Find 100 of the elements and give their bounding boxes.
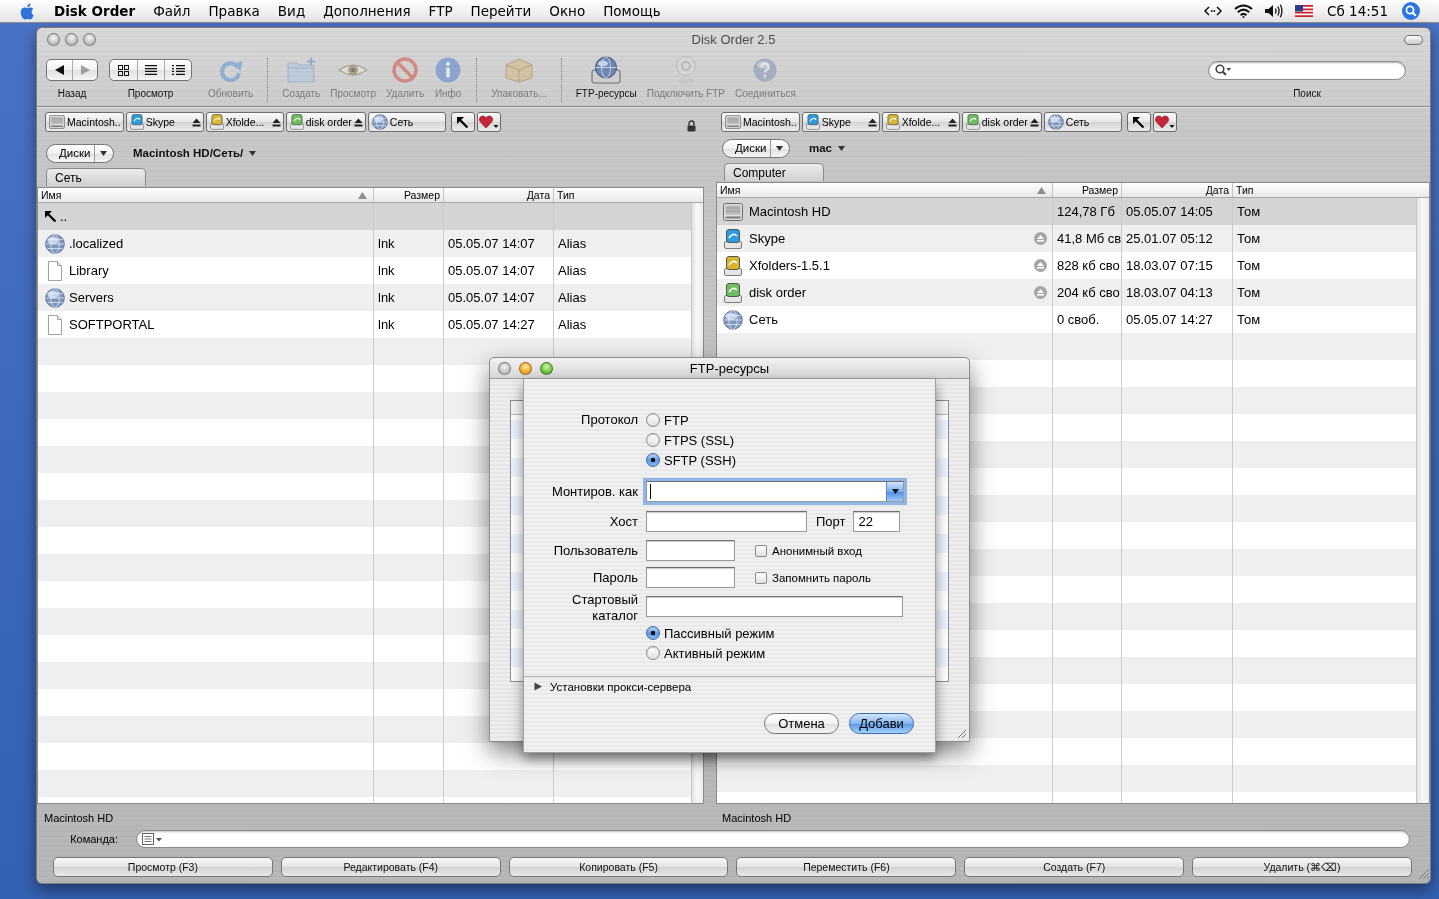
drive-button[interactable]: Macintosh.. — [721, 112, 800, 132]
function-button[interactable]: Создать (F7) — [964, 857, 1185, 877]
text-field[interactable]: 22 — [853, 511, 901, 532]
path-popup-button[interactable]: Macintosh HD/Сеть/ — [133, 147, 257, 159]
zoom-button[interactable] — [540, 361, 553, 375]
menu-item[interactable]: Правка — [199, 1, 269, 21]
drive-button[interactable]: Xfolde... — [881, 112, 960, 132]
radio-button[interactable] — [646, 433, 660, 447]
search-icon[interactable] — [1402, 2, 1420, 20]
text-field[interactable] — [646, 596, 903, 617]
table-row[interactable]: Macintosh HD 124,78 Гб 05.05.07 14:05 Том — [717, 198, 1416, 225]
radio-label: Пассивный режим — [664, 625, 775, 641]
checkbox[interactable] — [755, 544, 767, 557]
table-row[interactable]: .localized lnk 05.05.07 14:07 Alias — [38, 230, 691, 257]
window-title: Disk Order 2.5 — [691, 32, 776, 47]
table-cell: lnk — [374, 230, 444, 257]
radio-label: FTPS (SSL) — [664, 432, 735, 448]
drive-button[interactable]: Xfolde... — [205, 112, 284, 132]
disclosure-label[interactable]: Установки прокси-сервера — [550, 680, 692, 693]
apple-icon[interactable] — [20, 2, 34, 20]
radio-button[interactable] — [646, 626, 660, 640]
function-button[interactable]: Копировать (F5) — [508, 857, 729, 877]
minimize-button[interactable] — [519, 361, 532, 375]
text-field[interactable] — [646, 511, 807, 532]
drive-button[interactable]: disk order — [961, 112, 1042, 132]
function-button[interactable]: Переместить (F6) — [736, 857, 957, 877]
password-field[interactable] — [646, 567, 735, 588]
disks-popup-button[interactable]: Диски — [722, 138, 790, 158]
drive-button[interactable]: Сеть — [1043, 112, 1122, 132]
drive-button[interactable]: Macintosh.. — [45, 112, 124, 132]
parent-folder-button[interactable] — [1126, 112, 1151, 132]
drive-button[interactable]: Сеть — [367, 112, 446, 132]
text-field[interactable] — [646, 540, 735, 561]
table-row[interactable]: Skype 41,8 Мб св 25.01.07 05:12 Том — [717, 225, 1416, 252]
table-row[interactable]: Servers lnk 05.05.07 14:07 Alias — [38, 284, 691, 311]
menu-item[interactable]: Файл — [144, 1, 200, 21]
menu-item[interactable]: Дополнения — [314, 1, 420, 21]
menu-item[interactable]: FTP — [419, 1, 462, 21]
drive-button[interactable]: Skype — [125, 112, 204, 132]
menu-item[interactable]: Перейти — [461, 1, 541, 21]
zoom-button[interactable] — [83, 33, 96, 46]
wifi-icon[interactable] — [1234, 4, 1254, 18]
table-cell: 05.05.07 14:07 — [444, 284, 554, 311]
menu-item[interactable]: Вид — [268, 1, 315, 21]
close-button[interactable] — [498, 361, 511, 375]
column-header[interactable]: Дата — [1122, 183, 1233, 197]
radio-button[interactable] — [646, 413, 660, 427]
path-popup-button[interactable]: mac — [809, 142, 846, 154]
combo-box[interactable] — [646, 481, 904, 502]
drive-button[interactable]: Skype — [801, 112, 880, 132]
tab[interactable]: Сеть — [46, 168, 146, 186]
table-row[interactable]: Xfolders-1.5.1 828 кб сво 18.03.07 07:15 Том — [717, 252, 1416, 279]
column-header[interactable]: Тип — [1233, 183, 1429, 197]
add-button[interactable]: Добави — [849, 713, 914, 734]
function-button[interactable]: Просмотр (F3) — [53, 857, 273, 877]
flag-icon[interactable] — [1295, 5, 1314, 17]
function-button[interactable]: Удалить (⌘⌫) — [1192, 857, 1412, 877]
document-menu-icon[interactable] — [142, 833, 162, 845]
table-row[interactable]: Library lnk 05.05.07 14:07 Alias — [38, 257, 691, 284]
disclosure-triangle-icon[interactable] — [534, 682, 543, 691]
radio-button[interactable] — [646, 646, 660, 660]
menu-item[interactable]: Disk Order — [45, 1, 145, 21]
minimize-button[interactable] — [65, 33, 78, 46]
heart-icon — [1154, 115, 1175, 129]
resize-grip-icon[interactable] — [1417, 868, 1430, 880]
favorites-button[interactable] — [1152, 112, 1177, 132]
cancel-button[interactable]: Отмена — [764, 713, 839, 734]
scrollbar[interactable] — [1416, 198, 1429, 803]
column-header[interactable]: Размер — [1053, 183, 1122, 197]
column-header[interactable]: Имя — [38, 188, 374, 202]
drive-button[interactable]: disk order — [285, 112, 366, 132]
favorites-button[interactable] — [476, 112, 501, 132]
table-row[interactable]: disk order 204 кб сво 18.03.07 04:13 Том — [717, 279, 1416, 306]
checkbox[interactable] — [755, 571, 767, 584]
table-row[interactable]: SOFTPORTAL lnk 05.05.07 14:27 Alias — [38, 311, 691, 338]
up-left-arrow-icon — [1133, 116, 1145, 128]
menu-item[interactable]: Помощь — [594, 1, 670, 21]
search-field[interactable] — [1208, 60, 1406, 80]
angle-brackets-icon[interactable] — [1204, 6, 1223, 16]
close-button[interactable] — [47, 33, 60, 46]
command-field[interactable] — [136, 830, 1410, 848]
parent-folder-button[interactable] — [450, 112, 475, 132]
toolbar-toggle-button[interactable] — [1404, 34, 1423, 45]
table-cell: 18.03.07 04:13 — [1122, 279, 1233, 306]
column-header[interactable]: Размер — [374, 188, 444, 202]
volume-icon[interactable] — [1265, 4, 1284, 18]
radio-button[interactable] — [646, 453, 660, 467]
menu-item[interactable]: Окно — [540, 1, 595, 21]
tab[interactable]: Computer — [724, 163, 824, 181]
dropdown-button[interactable] — [886, 482, 903, 501]
table-row[interactable]: Сеть 0 своб. 05.05.07 14:27 Том — [717, 306, 1416, 333]
column-header[interactable]: Дата — [444, 188, 554, 202]
disks-popup-button[interactable]: Диски — [46, 143, 114, 163]
resize-grip-icon[interactable] — [957, 729, 967, 739]
toolbar-button[interactable]: FTP-ресурсы — [570, 56, 642, 100]
column-header[interactable]: Тип — [554, 188, 703, 202]
column-header[interactable]: Имя — [717, 183, 1053, 197]
function-button[interactable]: Редактировать (F4) — [280, 857, 501, 877]
table-row[interactable]: .. — [38, 203, 691, 230]
menu-clock[interactable]: Сб 14:51 — [1327, 3, 1388, 19]
